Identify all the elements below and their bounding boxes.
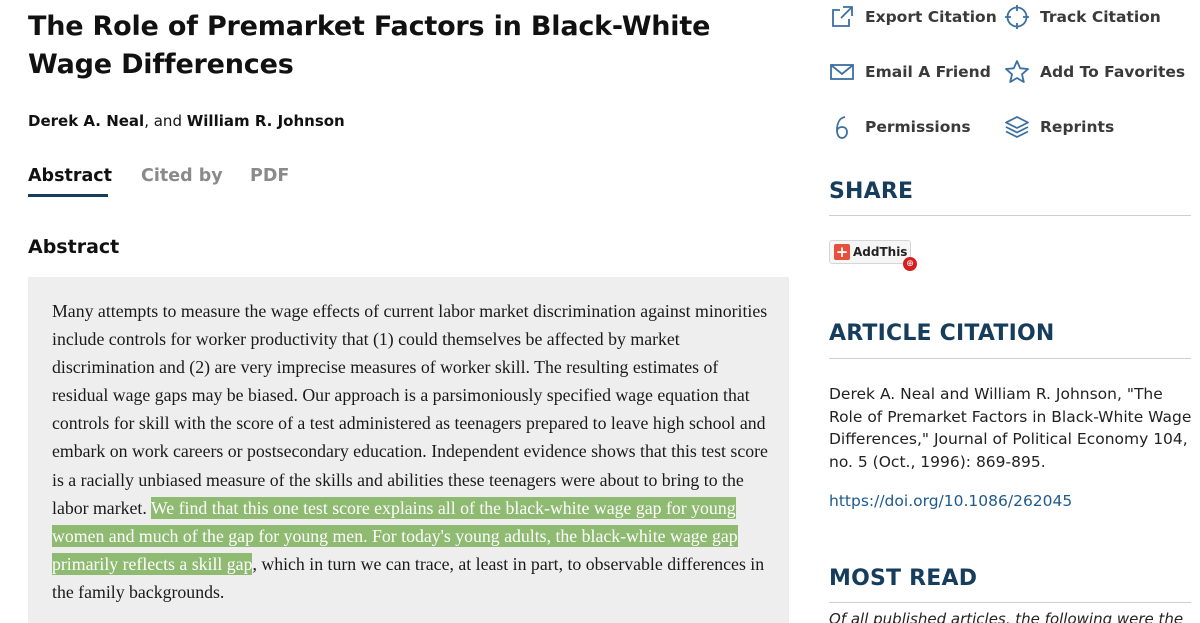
author-name[interactable]: Derek A. Neal bbox=[28, 112, 144, 130]
share-heading: SHARE bbox=[829, 179, 914, 204]
addthis-label: AddThis bbox=[853, 245, 908, 259]
permissions-label: Permissions bbox=[865, 118, 971, 136]
email-friend-label: Email A Friend bbox=[865, 63, 991, 81]
share-divider bbox=[829, 215, 1191, 216]
reprints-label: Reprints bbox=[1040, 118, 1115, 136]
star-icon bbox=[1004, 59, 1030, 85]
add-favorites-link[interactable]: Add To Favorites bbox=[1004, 59, 1185, 85]
plus-icon: + bbox=[834, 243, 850, 261]
article-title: The Role of Premarket Factors in Black-W… bbox=[28, 11, 711, 80]
citation-divider bbox=[829, 358, 1191, 359]
reprints-link[interactable]: Reprints bbox=[1004, 114, 1114, 140]
doi-link[interactable]: https://doi.org/10.1086/262045 bbox=[829, 490, 1072, 512]
copyright-icon bbox=[829, 114, 855, 140]
abstract-text: Many attempts to measure the wage effect… bbox=[52, 297, 768, 606]
export-citation-link[interactable]: Export Citation bbox=[829, 4, 997, 30]
author-name[interactable]: William R. Johnson bbox=[187, 112, 345, 130]
layers-icon bbox=[1004, 114, 1030, 140]
tab-cited-by[interactable]: Cited by bbox=[141, 164, 223, 188]
export-icon bbox=[829, 4, 855, 30]
tab-abstract[interactable]: Abstract bbox=[28, 164, 112, 188]
most-read-divider bbox=[829, 602, 1191, 603]
tab-pdf[interactable]: PDF bbox=[250, 164, 289, 188]
crosshair-icon bbox=[1004, 4, 1030, 30]
author-separator: , and bbox=[144, 112, 187, 130]
addthis-button[interactable]: + AddThis bbox=[829, 240, 911, 264]
citation-text: Derek A. Neal and William R. Johnson, "T… bbox=[829, 385, 1192, 471]
article-citation-heading: ARTICLE CITATION bbox=[829, 321, 1055, 346]
most-read-heading: MOST READ bbox=[829, 566, 978, 591]
email-friend-link[interactable]: Email A Friend bbox=[829, 59, 991, 85]
active-tab-indicator bbox=[28, 194, 108, 197]
most-read-intro: Of all published articles, the following… bbox=[829, 610, 1184, 623]
add-favorites-label: Add To Favorites bbox=[1040, 63, 1186, 81]
abstract-heading: Abstract bbox=[28, 236, 120, 258]
export-citation-label: Export Citation bbox=[865, 8, 997, 26]
envelope-icon bbox=[829, 59, 855, 85]
author-list: Derek A. Neal, and William R. Johnson bbox=[28, 111, 345, 131]
abstract-text-plain: Many attempts to measure the wage effect… bbox=[52, 301, 768, 518]
track-citation-label: Track Citation bbox=[1040, 8, 1161, 26]
addthis-status-icon: ⊕ bbox=[903, 257, 917, 271]
track-citation-link[interactable]: Track Citation bbox=[1004, 4, 1161, 30]
permissions-link[interactable]: Permissions bbox=[829, 114, 971, 140]
